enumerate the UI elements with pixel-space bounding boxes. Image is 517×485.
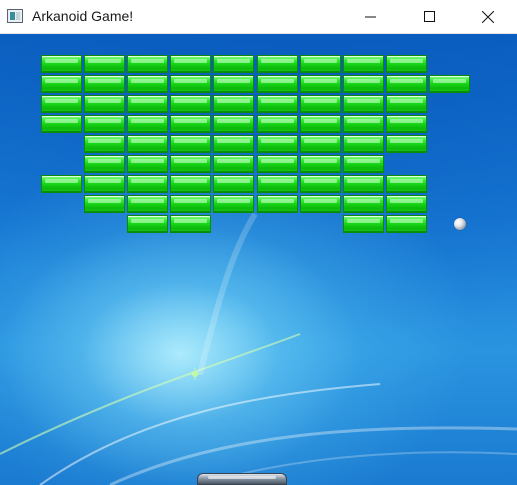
brick [84, 115, 125, 133]
ball [454, 218, 466, 230]
brick [170, 115, 211, 133]
brick [84, 195, 125, 213]
brick [127, 115, 168, 133]
app-window-icon [7, 9, 23, 23]
window-title: Arkanoid Game! [32, 8, 134, 24]
brick [170, 195, 211, 213]
brick [84, 55, 125, 73]
brick [300, 115, 341, 133]
brick [300, 155, 341, 173]
brick [127, 135, 168, 153]
brick [386, 115, 427, 133]
brick [84, 155, 125, 173]
brick [257, 155, 298, 173]
brick [343, 155, 384, 173]
brick [300, 195, 341, 213]
brick [343, 215, 384, 233]
brick [84, 95, 125, 113]
brick [127, 75, 168, 93]
brick [213, 155, 254, 173]
brick [343, 95, 384, 113]
brick [127, 95, 168, 113]
brick [170, 135, 211, 153]
brick [300, 55, 341, 73]
brick [170, 55, 211, 73]
brick [213, 95, 254, 113]
brick [41, 75, 82, 93]
brick [300, 75, 341, 93]
brick [170, 215, 211, 233]
brick [386, 215, 427, 233]
brick [41, 115, 82, 133]
brick [343, 135, 384, 153]
brick [257, 195, 298, 213]
brick [41, 175, 82, 193]
title-bar: Arkanoid Game! [0, 0, 517, 34]
brick [213, 55, 254, 73]
close-icon [482, 10, 494, 23]
close-button[interactable] [465, 0, 511, 33]
brick [257, 75, 298, 93]
brick [257, 115, 298, 133]
brick [386, 95, 427, 113]
brick [170, 155, 211, 173]
brick [170, 75, 211, 93]
brick [343, 195, 384, 213]
brick [343, 175, 384, 193]
brick [41, 55, 82, 73]
brick [213, 75, 254, 93]
brick [257, 95, 298, 113]
brick [213, 195, 254, 213]
brick [41, 95, 82, 113]
brick [170, 95, 211, 113]
brick [343, 55, 384, 73]
brick [213, 175, 254, 193]
brick [257, 175, 298, 193]
brick [386, 195, 427, 213]
maximize-button[interactable] [407, 0, 453, 33]
brick [386, 55, 427, 73]
brick [127, 215, 168, 233]
brick [84, 135, 125, 153]
brick [170, 175, 211, 193]
brick [213, 135, 254, 153]
brick [84, 75, 125, 93]
brick [300, 95, 341, 113]
brick [386, 135, 427, 153]
brick [429, 75, 470, 93]
brick [300, 175, 341, 193]
brick [300, 135, 341, 153]
brick [386, 175, 427, 193]
minimize-button[interactable] [348, 0, 394, 33]
brick [257, 135, 298, 153]
maximize-icon [424, 10, 435, 22]
brick [386, 75, 427, 93]
brick [127, 195, 168, 213]
brick [343, 75, 384, 93]
minimize-icon [365, 16, 376, 17]
brick [127, 155, 168, 173]
brick [127, 175, 168, 193]
brick [127, 55, 168, 73]
brick [343, 115, 384, 133]
brick [257, 55, 298, 73]
game-playfield[interactable] [0, 34, 517, 485]
paddle[interactable] [197, 473, 287, 485]
brick [84, 175, 125, 193]
brick [213, 115, 254, 133]
